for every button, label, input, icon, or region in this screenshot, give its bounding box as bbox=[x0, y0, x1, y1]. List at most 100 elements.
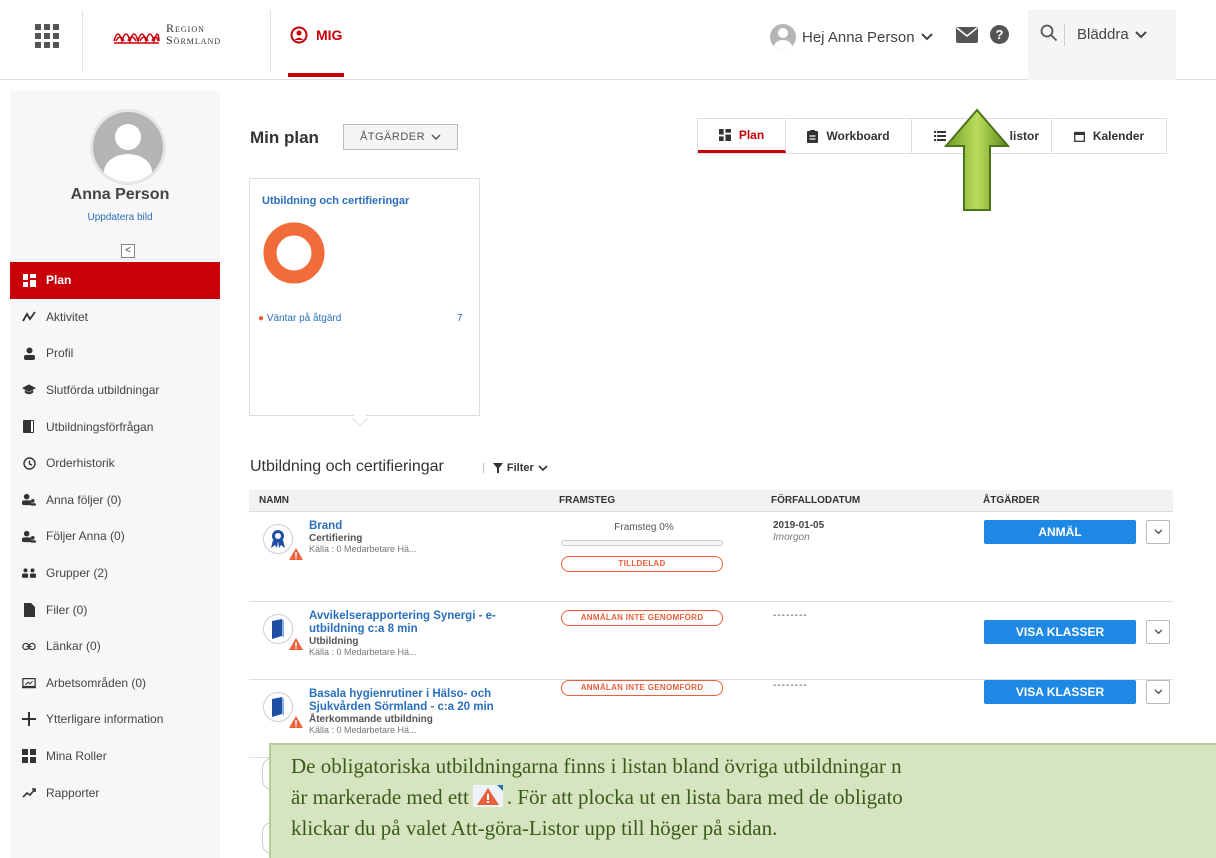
mig-tab[interactable]: MIG bbox=[290, 26, 342, 44]
sidebar-item-orderhistorik[interactable]: Orderhistorik bbox=[10, 445, 220, 482]
sidebar-item-label: Orderhistorik bbox=[46, 456, 115, 471]
due-date: -------- bbox=[773, 680, 808, 691]
mail-icon[interactable] bbox=[956, 27, 978, 43]
sidebar-item-anna-foljer[interactable]: Anna följer (0) bbox=[10, 482, 220, 519]
more-actions-button[interactable] bbox=[1146, 680, 1170, 704]
filter-dropdown[interactable]: | Filter bbox=[482, 462, 548, 474]
course-type: Återkommande utbildning bbox=[309, 714, 433, 725]
mig-label: MIG bbox=[316, 27, 343, 43]
top-bar: Region Sörmland MIG Hej Anna Person ? Bl… bbox=[0, 0, 1216, 80]
tab-kalender[interactable]: Kalender bbox=[1052, 119, 1166, 153]
sidebar-item-ytterligare[interactable]: Ytterligare information bbox=[10, 701, 220, 738]
sidebar-item-profil[interactable]: Profil bbox=[10, 335, 220, 372]
course-name[interactable]: Basala hygienrutiner i Hälso- och Sjukvå… bbox=[309, 688, 549, 714]
search-icon[interactable] bbox=[1040, 24, 1058, 42]
page-title: Min plan bbox=[250, 128, 319, 147]
sidebar-item-arbetsomraden[interactable]: Arbetsområden (0) bbox=[10, 665, 220, 702]
update-photo-link[interactable]: Uppdatera bild bbox=[10, 212, 230, 223]
sidebar-item-label: Utbildningsförfrågan bbox=[46, 419, 154, 434]
callout-text: . För att plocka ut en lista bara med de… bbox=[506, 785, 903, 809]
tab-workboard[interactable]: Workboard bbox=[786, 119, 912, 153]
tab-label: Kalender bbox=[1092, 129, 1145, 143]
courses-table: NAMN FRAMSTEG FÖRFALLODATUM ÅTGÄRDER Bra… bbox=[249, 490, 1173, 758]
sidebar-item-label: Länkar (0) bbox=[46, 639, 101, 654]
callout-line: klickar du på valet Att-göra-Listor upp … bbox=[291, 816, 778, 840]
table-row: Brand Certifiering Källa : 0 Medarbetare… bbox=[249, 512, 1173, 602]
more-actions-button[interactable] bbox=[1146, 620, 1170, 644]
course-link[interactable]: Avvikelserapportering Synergi - e-utbild… bbox=[309, 610, 549, 658]
link-icon bbox=[22, 639, 36, 653]
sidebar-item-grupper[interactable]: Grupper (2) bbox=[10, 555, 220, 592]
show-classes-button[interactable]: VISA KLASSER bbox=[984, 620, 1136, 644]
tab-plan[interactable]: Plan bbox=[698, 119, 786, 153]
progress-bar bbox=[561, 540, 723, 546]
help-icon[interactable]: ? bbox=[990, 25, 1009, 44]
sidebar-item-rapporter[interactable]: Rapporter bbox=[10, 774, 220, 811]
status-badge: TILLDELAD bbox=[561, 556, 723, 572]
summary-card[interactable]: Utbildning och certifieringar ● Väntar p… bbox=[249, 178, 480, 416]
sidebar-item-label: Filer (0) bbox=[46, 602, 88, 617]
chevron-down-icon bbox=[920, 33, 933, 41]
book-icon bbox=[22, 420, 36, 434]
table-row: Avvikelserapportering Synergi - e-utbild… bbox=[249, 602, 1173, 680]
sidebar-item-plan[interactable]: Plan bbox=[10, 262, 220, 299]
column-header: FRAMSTEG bbox=[559, 495, 616, 506]
chart-line-icon bbox=[22, 786, 36, 800]
actions-label: ÅTGÄRDER bbox=[359, 131, 426, 143]
more-actions-button[interactable] bbox=[1146, 520, 1170, 544]
filter-label: Filter bbox=[506, 462, 534, 474]
sidebar-item-slutforda[interactable]: Slutförda utbildningar bbox=[10, 372, 220, 409]
sidebar-item-label: Slutförda utbildningar bbox=[46, 383, 160, 398]
browse-dropdown[interactable]: Bläddra bbox=[1077, 26, 1147, 43]
card-title[interactable]: Utbildning och certifieringar bbox=[262, 195, 409, 207]
warning-icon bbox=[289, 548, 303, 560]
show-classes-button[interactable]: VISA KLASSER bbox=[984, 680, 1136, 704]
table-header: NAMN FRAMSTEG FÖRFALLODATUM ÅTGÄRDER bbox=[249, 490, 1173, 512]
region-sormland-logo[interactable]: Region Sörmland bbox=[112, 22, 221, 46]
app-grid-icon[interactable] bbox=[35, 24, 59, 48]
sidebar: Anna Person Uppdatera bild < Plan Aktivi… bbox=[10, 91, 220, 858]
chevron-down-icon bbox=[1134, 30, 1147, 38]
sidebar-item-foljer-anna[interactable]: Följer Anna (0) bbox=[10, 518, 220, 555]
share-icon[interactable]: < bbox=[121, 244, 135, 258]
tab-label: listor bbox=[1009, 129, 1039, 143]
sidebar-item-lankar[interactable]: Länkar (0) bbox=[10, 628, 220, 665]
instruction-callout: De obligatoriska utbildningarna finns i … bbox=[269, 743, 1216, 858]
course-name[interactable]: Brand bbox=[309, 520, 549, 533]
browse-zone bbox=[1028, 10, 1176, 80]
column-header: ÅTGÄRDER bbox=[983, 495, 1040, 506]
separator: | bbox=[482, 462, 485, 474]
green-arrow-annotation bbox=[944, 108, 1010, 211]
workspace-icon bbox=[22, 676, 36, 690]
legend-label: Väntar på åtgärd bbox=[266, 313, 342, 324]
group-icon bbox=[22, 566, 36, 580]
course-link[interactable]: Brand Certifiering Källa : 0 Medarbetare… bbox=[309, 520, 549, 555]
card-legend[interactable]: ● Väntar på åtgärd bbox=[258, 313, 341, 324]
greeting-text: Hej Anna Person bbox=[802, 28, 915, 46]
course-source: Källa : 0 Medarbetare Hä... bbox=[309, 544, 417, 554]
file-icon bbox=[22, 602, 36, 617]
user-menu[interactable]: Hej Anna Person bbox=[770, 24, 933, 50]
tab-label: Workboard bbox=[826, 129, 890, 143]
column-header: NAMN bbox=[259, 495, 289, 506]
course-link[interactable]: Basala hygienrutiner i Hälso- och Sjukvå… bbox=[309, 688, 549, 736]
sidebar-item-utbildningsforfragan[interactable]: Utbildningsförfrågan bbox=[10, 408, 220, 445]
callout-line: är markerade med ett . För att plocka ut … bbox=[291, 782, 1216, 813]
enroll-button[interactable]: ANMÄL bbox=[984, 520, 1136, 544]
course-type: Certifiering bbox=[309, 533, 363, 544]
sidebar-item-mina-roller[interactable]: Mina Roller bbox=[10, 738, 220, 775]
course-name[interactable]: Avvikelserapportering Synergi - e-utbild… bbox=[309, 610, 549, 636]
course-type: Utbildning bbox=[309, 636, 359, 647]
divider bbox=[270, 10, 271, 72]
profile-avatar[interactable] bbox=[90, 109, 166, 185]
warning-icon bbox=[289, 638, 303, 650]
divider bbox=[82, 10, 83, 72]
progress-text: Framsteg 0% bbox=[614, 522, 674, 533]
actions-dropdown[interactable]: ÅTGÄRDER bbox=[343, 124, 458, 150]
avatar bbox=[770, 24, 796, 50]
status-badge: ANMÄLAN INTE GENOMFÖRD bbox=[561, 680, 723, 696]
sidebar-item-aktivitet[interactable]: Aktivitet bbox=[10, 299, 220, 336]
sidebar-item-label: Plan bbox=[46, 273, 72, 288]
sidebar-item-filer[interactable]: Filer (0) bbox=[10, 591, 220, 628]
user-name: Anna Person bbox=[70, 186, 170, 203]
